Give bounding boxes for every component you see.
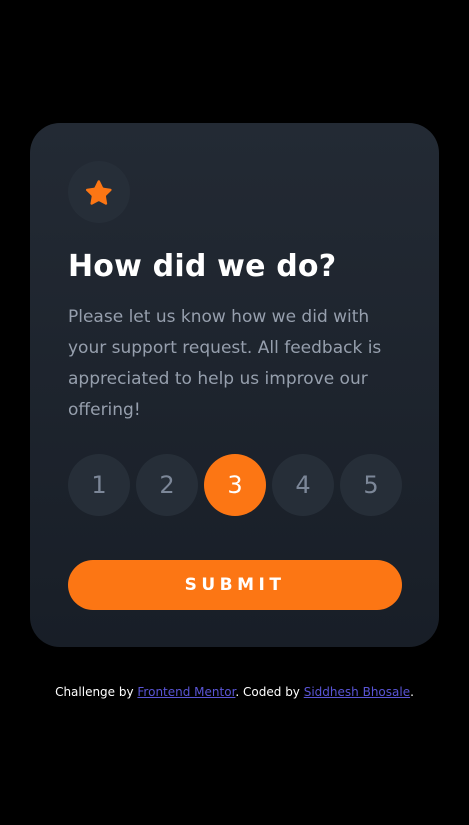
frontend-mentor-link[interactable]: Frontend Mentor (137, 685, 235, 699)
star-icon-badge (68, 161, 130, 223)
rating-button-3[interactable]: 3 (204, 454, 266, 516)
attribution-prefix: Challenge by (55, 685, 138, 699)
author-link[interactable]: Siddhesh Bhosale (304, 685, 410, 699)
submit-button[interactable]: SUBMIT (68, 560, 402, 610)
rating-button-5[interactable]: 5 (340, 454, 402, 516)
attribution-suffix: . (410, 685, 414, 699)
rating-button-4[interactable]: 4 (272, 454, 334, 516)
rating-button-1[interactable]: 1 (68, 454, 130, 516)
attribution-middle: . Coded by (235, 685, 304, 699)
rating-options: 1 2 3 4 5 (68, 454, 402, 516)
rating-card: How did we do? Please let us know how we… (30, 123, 439, 647)
star-icon (86, 179, 112, 205)
card-description: Please let us know how we did with your … (68, 307, 382, 420)
rating-button-2[interactable]: 2 (136, 454, 198, 516)
attribution: Challenge by Frontend Mentor. Coded by S… (0, 683, 469, 701)
card-title: How did we do? (68, 249, 337, 284)
